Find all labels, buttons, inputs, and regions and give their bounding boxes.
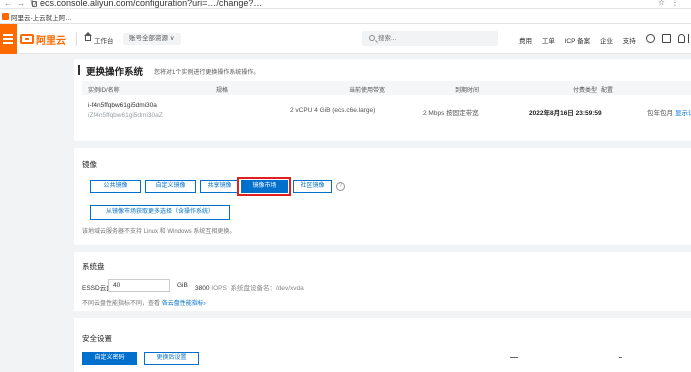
globe-icon[interactable] <box>646 34 655 43</box>
custom-password-button[interactable]: 自定义密码 <box>82 352 137 365</box>
table-header: 实例ID/名称 规格 当前使用带宽 到期时间 付费类型 配置 <box>82 81 691 95</box>
tab-public-image[interactable]: 公共镜像 <box>90 180 141 193</box>
instance-summary-card: 更换操作系统 您将对1个实例进行更换操作系统操作。 实例ID/名称 规格 当前使… <box>74 59 691 141</box>
disk-unit: GiB <box>177 282 188 289</box>
aliyun-logo-icon[interactable] <box>20 34 34 44</box>
image-section-label: 镜像 <box>82 160 97 169</box>
disk-device-name: 系统盘设备名：/dev/xvda <box>230 285 304 292</box>
topbar-links: 费用 工单 ICP 备案 企业 支持 <box>519 35 644 45</box>
bookmark-aliyun[interactable]: 阿里云-上云就上阿… <box>11 12 72 22</box>
url-text[interactable]: ecs.console.aliyun.com/configuration?uri… <box>40 0 262 8</box>
tab-shared-image[interactable]: 共享镜像 <box>200 180 239 193</box>
home-icon[interactable] <box>84 32 92 41</box>
security-section: 安全设置 自定义密码 更换后设置 <box>74 318 691 372</box>
message-icon[interactable] <box>662 34 671 43</box>
column-header-expire: 到期时间 <box>455 88 480 94</box>
console-topbar: 阿里云 工作台 账号全部资源 ∨ 费用 工单 ICP 备案 企业 支持 <box>0 24 691 54</box>
iops-label: IOPS <box>211 285 227 292</box>
search-input[interactable] <box>378 33 488 44</box>
menu-bar-icon <box>3 42 13 44</box>
image-section: 镜像 公共镜像 自定义镜像 共享镜像 镜像市场 社区镜像 ? 从镜像市场获取更多… <box>74 148 691 245</box>
iops-value: 3800 <box>195 285 210 292</box>
global-search[interactable] <box>362 31 498 46</box>
market-more-button[interactable]: 从镜像市场获取更多选择（含操作系统） <box>90 205 230 220</box>
divider <box>619 357 622 358</box>
column-header-spec: 规格 <box>216 88 229 94</box>
system-disk-label: 系统盘 <box>82 262 105 271</box>
divider <box>76 32 77 46</box>
instance-name: iZf4n5ffqbw61gi5dmi30aZ <box>88 112 163 119</box>
bell-icon[interactable] <box>678 34 685 43</box>
page-title: 更换操作系统 <box>86 67 144 78</box>
menu-bar-icon <box>3 38 13 40</box>
instance-pay-type: 包年包月 <box>647 110 673 117</box>
aliyun-logo-text[interactable]: 阿里云 <box>36 32 66 47</box>
divider <box>510 357 518 358</box>
page-subtitle: 您将对1个实例进行更换操作系统操作。 <box>154 70 260 76</box>
disk-config-row: ESSD云盘 GiB 3800 IOPS 系统盘设备名：/dev/xvda <box>82 279 402 292</box>
instance-bandwidth: 2 Mbps 按固定带宽 <box>423 110 479 117</box>
nav-link-icp[interactable]: ICP 备案 <box>565 38 591 45</box>
column-header-config: 配置 <box>601 88 614 94</box>
browser-action-icons[interactable]: ☆⋮ <box>658 0 685 7</box>
tab-custom-image[interactable]: 自定义镜像 <box>145 180 196 193</box>
disk-note: 不同云盘性能指标不同，查看 各云盘性能指标› <box>82 298 206 307</box>
menu-bar-icon <box>3 34 13 36</box>
instance-id: i-f4n5ffqbw61gi5dmi30a <box>88 102 157 109</box>
disk-size-input[interactable] <box>108 279 170 292</box>
bookmarks-bar: 阿里云-上云就上阿… <box>0 9 691 24</box>
set-later-button[interactable]: 更换后设置 <box>144 352 199 365</box>
browser-address-bar: ←→↻ ecs.console.aliyun.com/configuration… <box>0 0 691 9</box>
disk-performance-link[interactable]: 各云盘性能指标› <box>162 301 206 307</box>
security-section-label: 安全设置 <box>82 334 112 343</box>
title-accent-bar <box>78 65 80 75</box>
lock-icon <box>32 1 37 7</box>
search-icon <box>369 35 375 41</box>
disk-note-text: 不同云盘性能指标不同，查看 <box>82 301 161 307</box>
column-header-pay: 付费类型 <box>573 88 598 94</box>
aliyun-favicon-icon <box>2 13 9 20</box>
show-details-link[interactable]: 显示详细配置 <box>675 107 691 117</box>
system-disk-section: 系统盘 ESSD云盘 GiB 3800 IOPS 系统盘设备名：/dev/xvd… <box>74 252 691 311</box>
instance-spec: 2 vCPU 4 GiB (ecs.c6e.large) <box>290 107 376 114</box>
help-icon[interactable]: ? <box>336 182 345 191</box>
resource-scope-selector[interactable]: 账号全部资源 ∨ <box>123 33 181 45</box>
nav-link-enterprise[interactable]: 企业 <box>600 38 613 45</box>
column-header-instance: 实例ID/名称 <box>88 88 120 94</box>
tab-community-image[interactable]: 社区镜像 <box>293 180 332 193</box>
nav-link-tickets[interactable]: 工单 <box>542 38 555 45</box>
column-header-bandwidth: 当前使用带宽 <box>349 88 386 94</box>
image-note: 该地域云服务器不支持 Linux 和 Windows 系统互相更换。 <box>82 229 236 235</box>
nav-link-billing[interactable]: 费用 <box>519 38 532 45</box>
selection-highlight <box>237 177 291 196</box>
nav-link-support[interactable]: 支持 <box>623 38 636 45</box>
disk-iops: 3800 IOPS 系统盘设备名：/dev/xvda <box>195 282 304 292</box>
workbench-link[interactable]: 工作台 <box>94 35 114 45</box>
hamburger-menu-button[interactable] <box>0 24 17 54</box>
instance-expire: 2022年8月16日 23:59:59 <box>529 110 602 117</box>
